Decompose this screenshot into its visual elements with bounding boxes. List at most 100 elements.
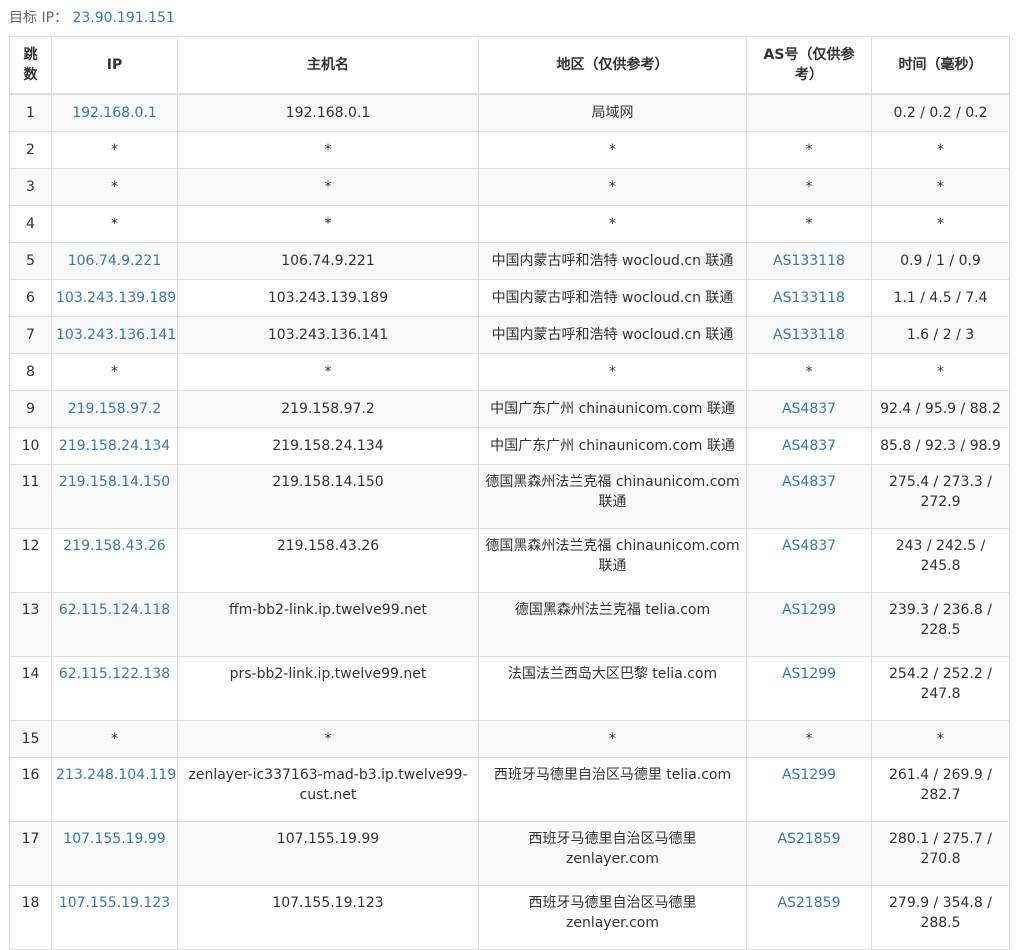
table-row: 4 * * * * * bbox=[9, 205, 1010, 243]
table-row: 14 62.115.122.138 prs-bb2-link.ip.twelve99… bbox=[9, 656, 1010, 721]
table-row: 5 106.74.9.221 106.74.9.221 中国内蒙古呼和浩特 woclo… bbox=[9, 242, 1010, 280]
as-link[interactable]: AS21859 bbox=[746, 885, 872, 950]
time-cell: * bbox=[871, 720, 1010, 758]
table-row: 7 103.243.136.141 103.243.136.141 中国内蒙古呼和浩特… bbox=[9, 316, 1010, 354]
as-link[interactable]: AS133118 bbox=[746, 279, 872, 317]
table-row: 15 * * * * * bbox=[9, 720, 1010, 758]
hop-cell: 10 bbox=[9, 427, 52, 465]
region-cell: * bbox=[478, 353, 747, 391]
hostname-cell: * bbox=[177, 131, 479, 169]
table-row: 13 62.115.124.118 ffm-bb2-link.ip.twelve99… bbox=[9, 592, 1010, 657]
time-cell: * bbox=[871, 205, 1010, 243]
header-time: 时间（毫秒） bbox=[871, 36, 1010, 95]
table-row: 18 107.155.19.123 107.155.19.123 西班牙马德里自治区马… bbox=[9, 885, 1010, 950]
ip-link[interactable]: 219.158.97.2 bbox=[51, 390, 178, 428]
region-cell: * bbox=[478, 131, 747, 169]
header-ip: IP bbox=[51, 36, 178, 95]
hop-cell: 3 bbox=[9, 168, 52, 206]
as-link: * bbox=[746, 205, 872, 243]
ip-link[interactable]: 62.115.122.138 bbox=[51, 656, 178, 721]
hop-cell: 13 bbox=[9, 592, 52, 657]
time-cell: 280.1 / 275.7 / 270.8 bbox=[871, 821, 1010, 886]
time-cell: 243 / 242.5 / 245.8 bbox=[871, 528, 1010, 593]
region-cell: * bbox=[478, 720, 747, 758]
ip-link: * bbox=[51, 720, 178, 758]
as-link[interactable]: AS21859 bbox=[746, 821, 872, 886]
traceroute-table: 跳数 IP 主机名 地区（仅供参考） AS号（仅供参考） 时间（毫秒） 1 192… bbox=[9, 36, 1010, 950]
header-hop: 跳数 bbox=[9, 36, 52, 95]
table-header-row: 跳数 IP 主机名 地区（仅供参考） AS号（仅供参考） 时间（毫秒） bbox=[9, 36, 1010, 95]
hostname-cell: 219.158.14.150 bbox=[177, 464, 479, 529]
as-link[interactable]: AS4837 bbox=[746, 528, 872, 593]
hop-cell: 4 bbox=[9, 205, 52, 243]
hop-cell: 6 bbox=[9, 279, 52, 317]
hostname-cell: 103.243.139.189 bbox=[177, 279, 479, 317]
header-as: AS号（仅供参考） bbox=[746, 36, 872, 95]
hop-cell: 12 bbox=[9, 528, 52, 593]
ip-link[interactable]: 213.248.104.119 bbox=[51, 757, 178, 822]
table-row: 2 * * * * * bbox=[9, 131, 1010, 169]
as-link[interactable]: AS1299 bbox=[746, 592, 872, 657]
as-link[interactable]: AS133118 bbox=[746, 316, 872, 354]
hostname-cell: * bbox=[177, 353, 479, 391]
hop-cell: 16 bbox=[9, 757, 52, 822]
ip-link[interactable]: 219.158.14.150 bbox=[51, 464, 178, 529]
ip-link[interactable]: 103.243.136.141 bbox=[51, 316, 178, 354]
ip-link: * bbox=[51, 353, 178, 391]
hop-cell: 14 bbox=[9, 656, 52, 721]
time-cell: 85.8 / 92.3 / 98.9 bbox=[871, 427, 1010, 465]
as-link[interactable]: AS4837 bbox=[746, 464, 872, 529]
table-row: 3 * * * * * bbox=[9, 168, 1010, 206]
time-cell: 1.1 / 4.5 / 7.4 bbox=[871, 279, 1010, 317]
target-ip-value: 23.90.191.151 bbox=[72, 10, 175, 26]
ip-link[interactable]: 192.168.0.1 bbox=[51, 93, 178, 132]
hop-cell: 2 bbox=[9, 131, 52, 169]
header-host: 主机名 bbox=[177, 36, 479, 95]
target-ip-label: 目标 IP： bbox=[9, 10, 69, 26]
region-cell: 法国法兰西岛大区巴黎 telia.com bbox=[478, 656, 747, 721]
ip-link[interactable]: 103.243.139.189 bbox=[51, 279, 178, 317]
hostname-cell: * bbox=[177, 720, 479, 758]
hostname-cell: * bbox=[177, 205, 479, 243]
hop-cell: 11 bbox=[9, 464, 52, 529]
hostname-cell: 103.243.136.141 bbox=[177, 316, 479, 354]
region-cell: 局域网 bbox=[478, 93, 747, 132]
time-cell: 92.4 / 95.9 / 88.2 bbox=[871, 390, 1010, 428]
hostname-cell: 192.168.0.1 bbox=[177, 93, 479, 132]
hop-cell: 17 bbox=[9, 821, 52, 886]
region-cell: 中国广东广州 chinaunicom.com 联通 bbox=[478, 427, 747, 465]
ip-link[interactable]: 62.115.124.118 bbox=[51, 592, 178, 657]
region-cell: 德国黑森州法兰克福 telia.com bbox=[478, 592, 747, 657]
hostname-cell: 219.158.43.26 bbox=[177, 528, 479, 593]
as-link[interactable]: AS4837 bbox=[746, 390, 872, 428]
region-cell: 西班牙马德里自治区马德里 telia.com bbox=[478, 757, 747, 822]
ip-link[interactable]: 219.158.24.134 bbox=[51, 427, 178, 465]
region-cell: 西班牙马德里自治区马德里 zenlayer.com bbox=[478, 885, 747, 950]
time-cell: 261.4 / 269.9 / 282.7 bbox=[871, 757, 1010, 822]
hop-cell: 5 bbox=[9, 242, 52, 280]
as-link[interactable]: AS1299 bbox=[746, 656, 872, 721]
region-cell: * bbox=[478, 168, 747, 206]
as-link bbox=[746, 93, 872, 132]
region-cell: 西班牙马德里自治区马德里 zenlayer.com bbox=[478, 821, 747, 886]
as-link[interactable]: AS1299 bbox=[746, 757, 872, 822]
hostname-cell: 107.155.19.123 bbox=[177, 885, 479, 950]
as-link: * bbox=[746, 720, 872, 758]
ip-link[interactable]: 219.158.43.26 bbox=[51, 528, 178, 593]
table-row: 8 * * * * * bbox=[9, 353, 1010, 391]
ip-link[interactable]: 107.155.19.123 bbox=[51, 885, 178, 950]
time-cell: 275.4 / 273.3 / 272.9 bbox=[871, 464, 1010, 529]
hostname-cell: prs-bb2-link.ip.twelve99.net bbox=[177, 656, 479, 721]
ip-link[interactable]: 106.74.9.221 bbox=[51, 242, 178, 280]
hostname-cell: * bbox=[177, 168, 479, 206]
table-row: 12 219.158.43.26 219.158.43.26 德国黑森州法兰克福 ch… bbox=[9, 528, 1010, 593]
as-link[interactable]: AS4837 bbox=[746, 427, 872, 465]
ip-link[interactable]: 107.155.19.99 bbox=[51, 821, 178, 886]
as-link[interactable]: AS133118 bbox=[746, 242, 872, 280]
header-region: 地区（仅供参考） bbox=[478, 36, 747, 95]
time-cell: * bbox=[871, 353, 1010, 391]
hostname-cell: 107.155.19.99 bbox=[177, 821, 479, 886]
hostname-cell: 219.158.24.134 bbox=[177, 427, 479, 465]
hop-cell: 1 bbox=[9, 93, 52, 132]
hop-cell: 15 bbox=[9, 720, 52, 758]
